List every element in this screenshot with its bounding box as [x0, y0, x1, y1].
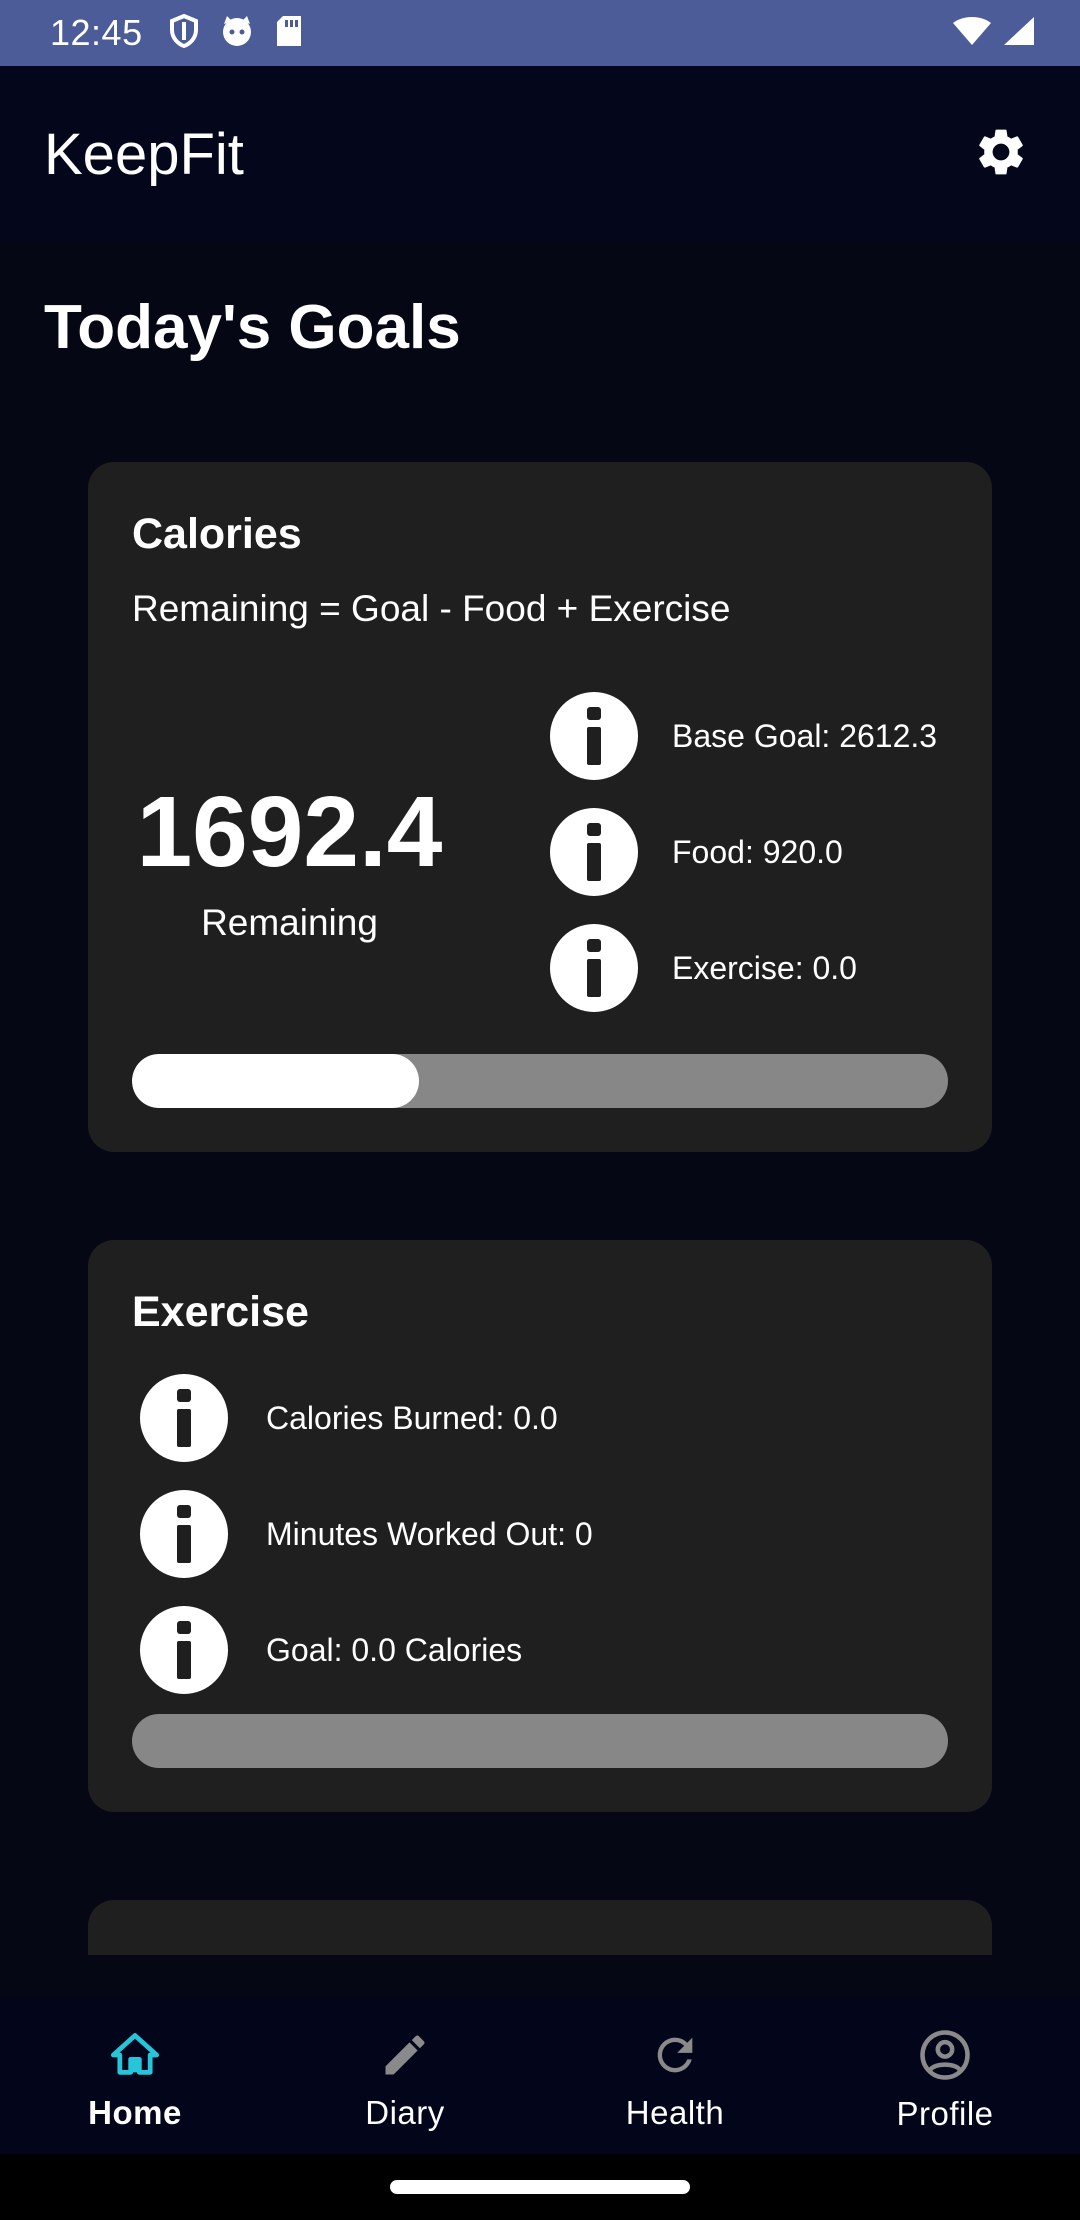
status-bar: 12:45 — [0, 0, 1080, 66]
nav-diary-label: Diary — [365, 2093, 445, 2131]
app-title: KeepFit — [44, 121, 244, 187]
exercise-row: Exercise: 0.0 — [550, 924, 857, 1012]
wifi-icon — [952, 15, 992, 52]
food-row: Food: 920.0 — [550, 808, 843, 896]
status-icons-right — [952, 15, 1036, 52]
calories-burned-text: Calories Burned: 0.0 — [266, 1399, 558, 1436]
calories-card-title: Calories — [132, 510, 302, 558]
next-goal-card[interactable] — [88, 1900, 992, 1955]
info-icon — [550, 808, 638, 896]
exercise-card[interactable]: Exercise Calories Burned: 0.0 Minutes Wo… — [88, 1240, 992, 1812]
info-icon — [140, 1374, 228, 1462]
bottom-nav: Home Diary Health Profile — [0, 1998, 1080, 2154]
nav-home[interactable]: Home — [0, 1998, 270, 2154]
minutes-worked-out-text: Minutes Worked Out: 0 — [266, 1515, 593, 1552]
nav-health-label: Health — [625, 2093, 725, 2131]
info-icon — [140, 1490, 228, 1578]
calories-remaining-value: 1692.4 — [136, 776, 443, 888]
gesture-handle[interactable] — [390, 2180, 690, 2194]
base-goal-row: Base Goal: 2612.3 — [550, 692, 937, 780]
gesture-navigation-area — [0, 2154, 1080, 2220]
shield-icon — [169, 13, 199, 53]
minutes-worked-out-row: Minutes Worked Out: 0 — [140, 1490, 593, 1578]
status-time: 12:45 — [50, 12, 143, 53]
profile-icon — [918, 2028, 972, 2087]
exercise-progress-bar — [132, 1714, 948, 1768]
nav-profile[interactable]: Profile — [810, 1998, 1080, 2154]
refresh-icon — [649, 2029, 701, 2086]
calories-card[interactable]: Calories Remaining = Goal - Food + Exerc… — [88, 462, 992, 1152]
home-icon — [109, 2029, 161, 2086]
exercise-text: Exercise: 0.0 — [672, 949, 857, 986]
signal-icon — [1002, 15, 1036, 52]
sd-card-icon — [275, 14, 303, 53]
base-goal-text: Base Goal: 2612.3 — [672, 717, 938, 754]
settings-button[interactable] — [966, 119, 1036, 189]
status-icons-left — [169, 13, 303, 53]
info-icon — [550, 924, 638, 1012]
calories-progress-bar — [132, 1054, 948, 1108]
calories-burned-row: Calories Burned: 0.0 — [140, 1374, 558, 1462]
exercise-card-title: Exercise — [132, 1288, 309, 1336]
gear-icon — [973, 124, 1029, 185]
calories-formula: Remaining = Goal - Food + Exercise — [132, 588, 731, 629]
exercise-goal-text: Goal: 0.0 Calories — [266, 1631, 523, 1668]
calories-remaining-label: Remaining — [201, 902, 378, 943]
nav-health[interactable]: Health — [540, 1998, 810, 2154]
exercise-goal-row: Goal: 0.0 Calories — [140, 1606, 522, 1694]
nav-profile-label: Profile — [896, 2094, 994, 2132]
cat-icon — [219, 14, 255, 53]
info-icon — [140, 1606, 228, 1694]
pencil-icon — [379, 2029, 431, 2086]
calories-progress-fill — [132, 1054, 420, 1108]
food-text: Food: 920.0 — [672, 833, 843, 870]
nav-diary[interactable]: Diary — [270, 1998, 540, 2154]
nav-home-label: Home — [88, 2093, 182, 2131]
info-icon — [550, 692, 638, 780]
app-bar: KeepFit — [0, 66, 1080, 242]
page-title: Today's Goals — [44, 293, 461, 362]
